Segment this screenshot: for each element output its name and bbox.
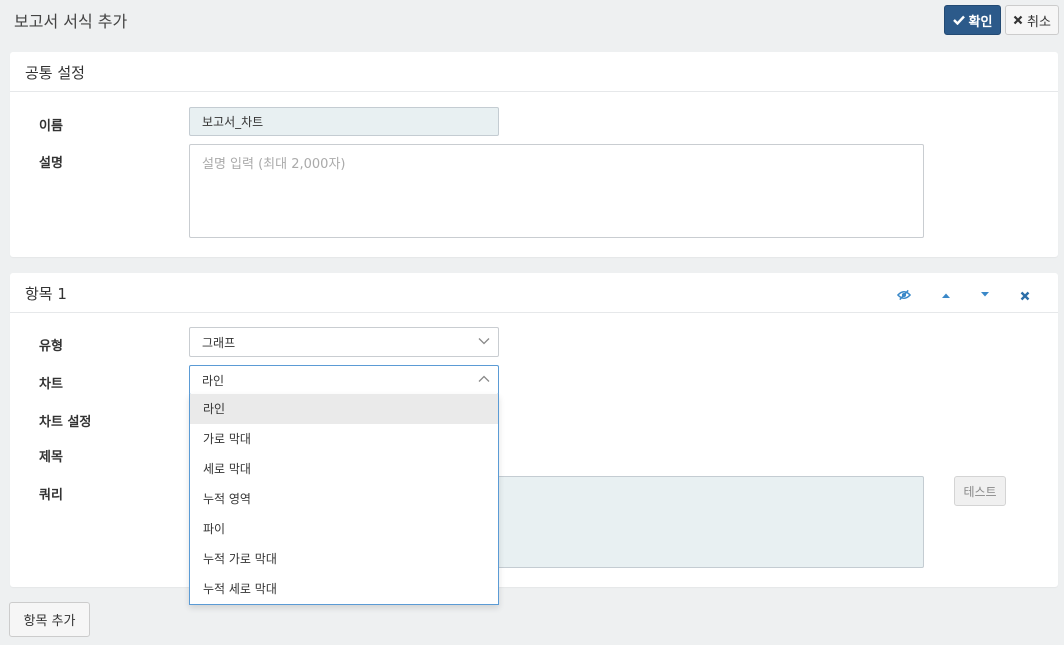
chevron-up-icon bbox=[478, 375, 490, 382]
type-select-value: 그래프 bbox=[202, 335, 236, 350]
dropdown-option-horizontal-bar[interactable]: 가로 막대 bbox=[190, 424, 498, 454]
chart-settings-label: 차트 설정 bbox=[39, 415, 92, 430]
move-up-icon[interactable] bbox=[939, 288, 953, 302]
remove-item-icon[interactable] bbox=[1018, 289, 1032, 303]
chevron-down-icon bbox=[478, 338, 490, 345]
description-label: 설명 bbox=[39, 156, 63, 171]
dropdown-option-pie[interactable]: 파이 bbox=[190, 514, 498, 544]
type-select[interactable]: 그래프 bbox=[189, 327, 499, 357]
move-down-icon[interactable] bbox=[978, 288, 992, 302]
dropdown-option-stacked-vertical-bar[interactable]: 누적 세로 막대 bbox=[190, 574, 498, 604]
cancel-label: 취소 bbox=[1027, 14, 1051, 30]
chart-label: 차트 bbox=[39, 377, 63, 392]
confirm-button[interactable]: 확인 bbox=[944, 5, 1001, 35]
description-textarea[interactable]: 설명 입력 (최대 2,000자) bbox=[189, 144, 924, 238]
dropdown-option-vertical-bar[interactable]: 세로 막대 bbox=[190, 454, 498, 484]
eye-slash-icon[interactable] bbox=[897, 288, 911, 302]
page-title: 보고서 서식 추가 bbox=[14, 12, 128, 31]
type-label: 유형 bbox=[39, 339, 63, 354]
item-panel-title: 항목 1 bbox=[25, 285, 67, 303]
chart-select[interactable]: 라인 bbox=[189, 365, 499, 395]
close-icon bbox=[1013, 15, 1023, 25]
dropdown-option-stacked-area[interactable]: 누적 영역 bbox=[190, 484, 498, 514]
dropdown-option-stacked-horizontal-bar[interactable]: 누적 가로 막대 bbox=[190, 544, 498, 574]
query-label: 쿼리 bbox=[39, 488, 63, 503]
confirm-label: 확인 bbox=[968, 14, 993, 30]
cancel-button[interactable]: 취소 bbox=[1005, 5, 1059, 35]
test-button[interactable]: 테스트 bbox=[954, 476, 1006, 506]
dropdown-option-line[interactable]: 라인 bbox=[190, 394, 498, 424]
chart-dropdown-menu: 라인 가로 막대 세로 막대 누적 영역 파이 누적 가로 막대 누적 세로 막… bbox=[189, 394, 499, 605]
add-item-button[interactable]: 항목 추가 bbox=[9, 602, 90, 637]
check-icon bbox=[952, 15, 965, 25]
chart-select-value: 라인 bbox=[202, 373, 225, 388]
name-label: 이름 bbox=[39, 119, 63, 134]
common-settings-header: 공통 설정 bbox=[10, 52, 1058, 92]
subject-label: 제목 bbox=[39, 450, 63, 465]
name-field[interactable]: 보고서_차트 bbox=[189, 107, 499, 136]
common-settings-title: 공통 설정 bbox=[25, 64, 85, 82]
